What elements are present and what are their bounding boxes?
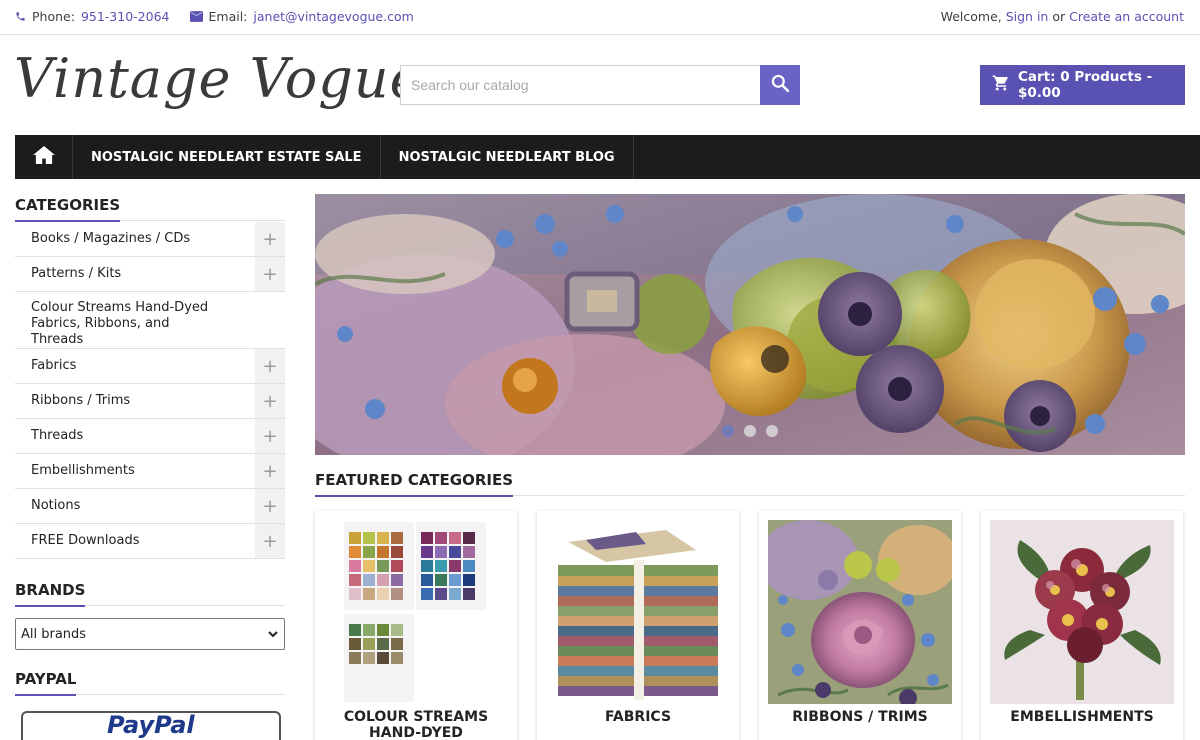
search-input[interactable] — [400, 65, 760, 105]
category-label: Colour Streams Hand-Dyed Fabrics, Ribbon… — [31, 300, 209, 347]
category-card-title: COLOUR STREAMS HAND-DYED FABRICS, — [343, 709, 489, 740]
category-label: Fabrics — [31, 358, 77, 373]
cart-icon — [992, 74, 1010, 96]
brands-select[interactable]: All brands — [15, 618, 285, 650]
category-card-title: FABRICS — [604, 709, 672, 725]
email-label: Email: — [208, 9, 248, 24]
phone-contact: Phone: 951-310-2064 — [15, 9, 170, 24]
featured-categories-title: FEATURED CATEGORIES — [315, 471, 1185, 497]
slider-dot-2[interactable] — [744, 425, 756, 437]
category-item[interactable]: Books / Magazines / CDs + — [15, 222, 285, 257]
category-label: Patterns / Kits — [31, 266, 122, 281]
category-card-title: EMBELLISHMENTS — [1010, 709, 1154, 725]
phone-number[interactable]: 951-310-2064 — [81, 9, 170, 24]
site-logo[interactable]: Vintage Vogue — [14, 47, 423, 110]
search-button[interactable] — [760, 65, 800, 105]
plus-icon[interactable]: + — [255, 222, 285, 256]
featured-categories-grid: COLOUR STREAMS HAND-DYED FABRICS, — [315, 511, 1183, 740]
plus-icon[interactable]: + — [255, 384, 285, 418]
sidebar: CATEGORIES Books / Magazines / CDs + Patt… — [15, 196, 285, 740]
nav-estate-sale[interactable]: NOSTALGIC NEEDLEART ESTATE SALE — [73, 135, 381, 179]
cart-button[interactable]: Cart: 0 Products - $0.00 — [980, 65, 1185, 105]
category-card-title: RIBBONS / TRIMS — [792, 709, 928, 725]
category-label: Ribbons / Trims — [31, 393, 131, 408]
slider-dot-1[interactable] — [722, 425, 734, 437]
or-text: or — [1052, 9, 1066, 24]
category-item[interactable]: Fabrics + — [15, 349, 285, 384]
category-label: Embellishments — [31, 463, 135, 478]
categories-title: CATEGORIES — [15, 196, 285, 222]
category-item[interactable]: FREE Downloads + — [15, 524, 285, 559]
phone-label: Phone: — [32, 9, 75, 24]
email-icon — [189, 11, 203, 22]
home-icon — [32, 146, 55, 168]
slider-dot-3[interactable] — [766, 425, 778, 437]
plus-icon[interactable]: + — [255, 257, 285, 291]
category-card[interactable]: RIBBONS / TRIMS — [759, 511, 961, 740]
category-item[interactable]: Threads + — [15, 419, 285, 454]
top-bar: Phone: 951-310-2064 Email: janet@vintage… — [0, 0, 1200, 35]
hero-slider[interactable] — [315, 194, 1185, 455]
search-icon — [770, 73, 790, 97]
category-label: Books / Magazines / CDs — [31, 231, 191, 246]
email-contact: Email: janet@vintagevogue.com — [189, 9, 414, 24]
category-item[interactable]: Ribbons / Trims + — [15, 384, 285, 419]
paypal-logo[interactable]: PayPal — [21, 711, 281, 740]
plus-icon[interactable]: + — [255, 419, 285, 453]
category-label: Threads — [31, 428, 84, 443]
category-list: Books / Magazines / CDs + Patterns / Kits… — [15, 222, 285, 559]
main-nav: NOSTALGIC NEEDLEART ESTATE SALE NOSTALGI… — [15, 135, 1200, 179]
category-item[interactable]: Patterns / Kits + — [15, 257, 285, 292]
welcome-text: Welcome, — [940, 9, 1002, 24]
cart-label: Cart: 0 Products - $0.00 — [1018, 69, 1153, 101]
category-card[interactable]: FABRICS — [537, 511, 739, 740]
nav-blog[interactable]: NOSTALGIC NEEDLEART BLOG — [381, 135, 634, 179]
hero-image — [315, 194, 1185, 455]
sign-in-link[interactable]: Sign in — [1006, 9, 1049, 24]
phone-icon — [15, 11, 26, 22]
plus-icon[interactable]: + — [255, 349, 285, 383]
search-bar — [400, 65, 800, 105]
contact-info: Phone: 951-310-2064 Email: janet@vintage… — [15, 9, 414, 24]
category-item[interactable]: Notions + — [15, 489, 285, 524]
paypal-title: PAYPAL — [15, 670, 285, 696]
plus-icon[interactable]: + — [255, 489, 285, 523]
embellishments-image — [990, 520, 1174, 704]
email-address[interactable]: janet@vintagevogue.com — [253, 9, 413, 24]
plus-icon[interactable]: + — [255, 454, 285, 488]
brands-title: BRANDS — [15, 581, 285, 607]
category-item[interactable]: Colour Streams Hand-Dyed Fabrics, Ribbon… — [15, 292, 285, 349]
category-card[interactable]: COLOUR STREAMS HAND-DYED FABRICS, — [315, 511, 517, 740]
home-button[interactable] — [15, 135, 73, 179]
colour-streams-image — [324, 520, 508, 704]
slider-dots — [722, 425, 778, 437]
create-account-link[interactable]: Create an account — [1069, 9, 1184, 24]
plus-icon[interactable]: + — [255, 524, 285, 558]
fabrics-image — [546, 520, 730, 704]
category-card[interactable]: EMBELLISHMENTS — [981, 511, 1183, 740]
category-label: Notions — [31, 498, 81, 513]
brands-selected-value: All brands — [21, 626, 87, 642]
category-label: FREE Downloads — [31, 533, 140, 548]
chevron-down-icon — [268, 627, 278, 642]
account-links: Welcome, Sign in or Create an account — [941, 9, 1184, 24]
category-item[interactable]: Embellishments + — [15, 454, 285, 489]
ribbons-trims-image — [768, 520, 952, 704]
